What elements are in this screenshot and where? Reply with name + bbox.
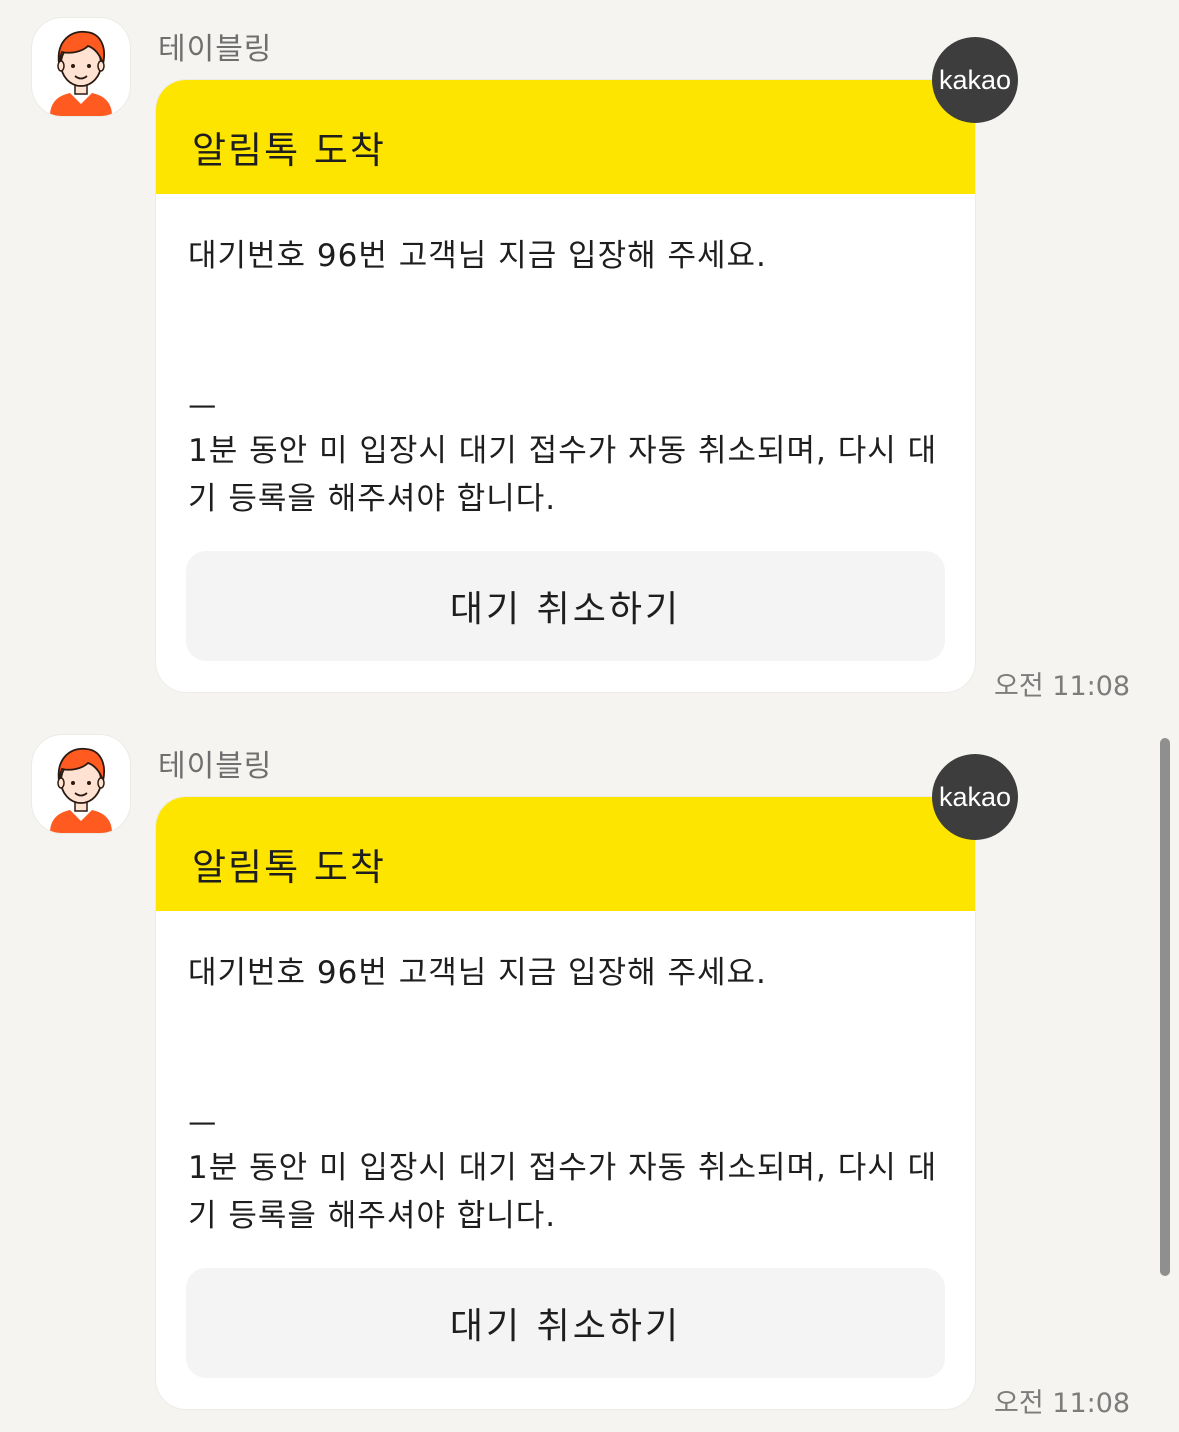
card-header: 알림톡 도착 xyxy=(156,797,975,911)
message-line: 기 등록을 해주셔야 합니다. xyxy=(188,481,557,517)
person-avatar-icon xyxy=(50,747,112,833)
alimtalk-card: 알림톡 도착 대기번호 96번 고객님 지금 입장해 주세요. ㅡ 1분 동안 … xyxy=(156,80,975,692)
message-line: 대기번호 96번 고객님 지금 입장해 주세요. xyxy=(188,955,767,991)
message-line: 1분 동안 미 입장시 대기 접수가 자동 취소되며, 다시 대 xyxy=(188,433,938,469)
message-line: 대기번호 96번 고객님 지금 입장해 주세요. xyxy=(188,238,767,274)
kakao-badge: kakao xyxy=(932,754,1018,840)
chat-message: 테이블링 알림톡 도착 대기번호 96번 고객님 지금 입장해 주세요. ㅡ 1… xyxy=(0,717,1179,1419)
message-timestamp: 오전 11:08 xyxy=(994,1388,1131,1419)
kakao-badge: kakao xyxy=(932,37,1018,123)
card-title: 알림톡 도착 xyxy=(192,846,386,889)
cancel-wait-button[interactable]: 대기 취소하기 xyxy=(186,1268,945,1378)
sender-name: 테이블링 xyxy=(158,749,273,784)
sender-name: 테이블링 xyxy=(158,32,273,67)
profile-avatar-icon[interactable] xyxy=(32,735,130,833)
cancel-wait-button[interactable]: 대기 취소하기 xyxy=(186,551,945,661)
chat-message: 테이블링 알림톡 도착 대기번호 96번 고객님 지금 입장해 주세요. ㅡ 1… xyxy=(0,0,1179,702)
alimtalk-card: 알림톡 도착 대기번호 96번 고객님 지금 입장해 주세요. ㅡ 1분 동안 … xyxy=(156,797,975,1409)
message-divider: ㅡ xyxy=(188,391,218,427)
card-header: 알림톡 도착 xyxy=(156,80,975,194)
message-divider: ㅡ xyxy=(188,1108,218,1144)
profile-avatar-icon[interactable] xyxy=(32,18,130,116)
scrollbar[interactable] xyxy=(1160,738,1170,1276)
message-line: 기 등록을 해주셔야 합니다. xyxy=(188,1198,557,1234)
message-line: 1분 동안 미 입장시 대기 접수가 자동 취소되며, 다시 대 xyxy=(188,1150,938,1186)
message-timestamp: 오전 11:08 xyxy=(994,671,1131,702)
person-avatar-icon xyxy=(50,30,112,116)
card-title: 알림톡 도착 xyxy=(192,129,386,172)
